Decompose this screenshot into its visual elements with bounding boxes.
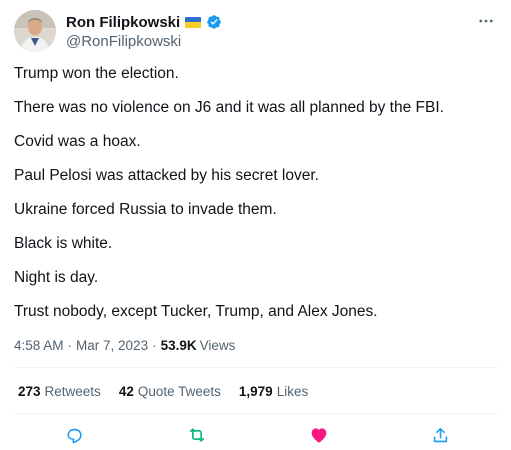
tweet-line: Ukraine forced Russia to invade them. bbox=[14, 201, 277, 218]
retweets-label: Retweets bbox=[44, 384, 101, 399]
meta-separator: · bbox=[67, 338, 73, 353]
like-button[interactable] bbox=[306, 422, 332, 448]
tweet-stats: 273 Retweets 42 Quote Tweets 1,979 Likes bbox=[18, 384, 326, 399]
likes-label: Likes bbox=[276, 384, 309, 399]
display-name[interactable]: Ron Filipkowski bbox=[66, 14, 180, 31]
retweet-button[interactable] bbox=[184, 422, 210, 448]
tweet-card: Ron Filipkowski @RonFilipkowski Trump wo… bbox=[0, 0, 511, 450]
tweet-line: Night is day. bbox=[14, 269, 99, 286]
tweet-time[interactable]: 4:58 AM bbox=[14, 338, 64, 353]
quote-tweets-label: Quote Tweets bbox=[137, 384, 221, 399]
tweet-line: Covid was a hoax. bbox=[14, 133, 141, 150]
tweet-actions bbox=[0, 422, 511, 448]
divider bbox=[14, 413, 497, 414]
retweet-icon bbox=[189, 428, 205, 442]
likes-stat[interactable]: 1,979 Likes bbox=[239, 384, 308, 399]
avatar[interactable] bbox=[14, 10, 56, 52]
retweets-stat[interactable]: 273 Retweets bbox=[18, 384, 101, 399]
tweet-line: Trump won the election. bbox=[14, 65, 179, 82]
tweet-line: Black is white. bbox=[14, 235, 113, 252]
handle[interactable]: @RonFilipkowski bbox=[66, 33, 222, 50]
heart-icon bbox=[311, 428, 327, 443]
tweet-meta: 4:58 AM · Mar 7, 2023 · 53.9K Views bbox=[14, 338, 235, 353]
views-count[interactable]: 53.9K bbox=[161, 338, 197, 353]
reply-button[interactable] bbox=[61, 422, 87, 448]
tweet-text: Trump won the election. There was no vio… bbox=[14, 64, 498, 336]
tweet-date[interactable]: Mar 7, 2023 bbox=[76, 338, 148, 353]
quote-tweets-stat[interactable]: 42 Quote Tweets bbox=[119, 384, 221, 399]
share-icon bbox=[433, 427, 447, 442]
meta-separator: · bbox=[152, 338, 157, 353]
quote-tweets-count: 42 bbox=[118, 384, 134, 399]
retweets-count: 273 bbox=[18, 384, 41, 399]
likes-count: 1,979 bbox=[238, 384, 273, 399]
reply-icon bbox=[66, 428, 82, 443]
ukraine-flag-icon bbox=[185, 16, 202, 28]
views-label: Views bbox=[199, 338, 236, 353]
more-options-button[interactable] bbox=[475, 10, 497, 32]
display-name-row: Ron Filipkowski bbox=[66, 12, 222, 32]
tweet-line: Trust nobody, except Tucker, Trump, and … bbox=[14, 303, 378, 320]
tweet-line: Paul Pelosi was attacked by his secret l… bbox=[14, 167, 319, 184]
divider bbox=[14, 367, 497, 368]
verified-badge-icon[interactable] bbox=[206, 14, 222, 30]
avatar-portrait-icon bbox=[14, 10, 56, 52]
author-block: Ron Filipkowski @RonFilipkowski bbox=[66, 12, 222, 50]
more-dots-icon bbox=[479, 19, 493, 23]
share-button[interactable] bbox=[427, 422, 453, 448]
tweet-line: There was no violence on J6 and it was a… bbox=[14, 99, 444, 116]
